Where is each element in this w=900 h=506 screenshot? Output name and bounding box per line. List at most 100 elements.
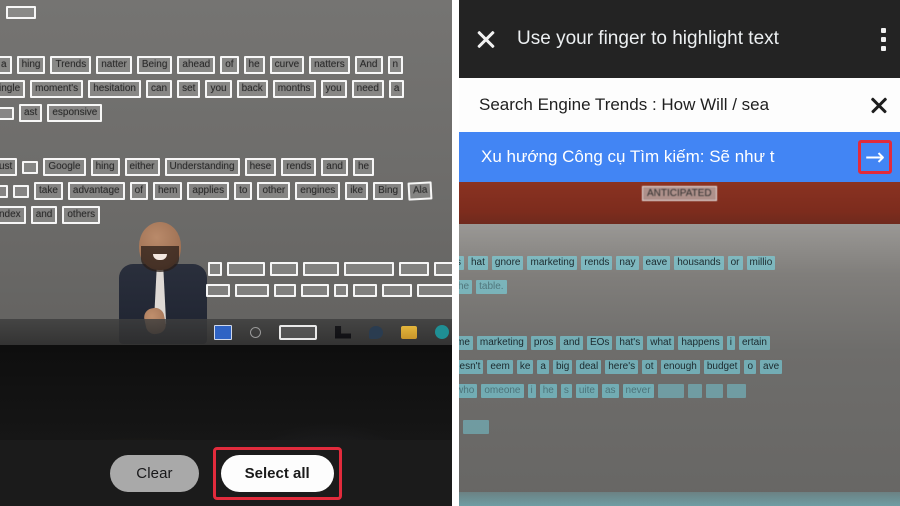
ocr-word-box[interactable]: hing: [90, 158, 120, 176]
highlight-word[interactable]: ke: [516, 360, 534, 374]
highlight-word[interactable]: hat's: [616, 336, 644, 350]
highlight-word[interactable]: gnore: [491, 256, 524, 270]
highlight-word[interactable]: never: [622, 384, 654, 398]
ocr-word-box[interactable]: he: [243, 56, 265, 74]
ocr-word-box[interactable]: [235, 284, 269, 297]
ocr-word-box[interactable]: [0, 106, 14, 120]
ocr-word-box[interactable]: need: [351, 80, 384, 98]
highlight-word[interactable]: me: [459, 336, 473, 350]
highlight-word[interactable]: enough: [660, 360, 700, 374]
ocr-word-box[interactable]: a: [0, 56, 12, 74]
ocr-word-box[interactable]: [270, 262, 298, 276]
start-icon[interactable]: [214, 324, 232, 340]
highlighted-document[interactable]: s hat gnore marketing rends nay eave hou…: [459, 224, 900, 506]
search-icon[interactable]: [250, 326, 261, 338]
translate-bar[interactable]: Xu hướng Công cụ Tìm kiếm: Sẽ như t →: [459, 132, 900, 182]
ocr-word-box[interactable]: [353, 284, 377, 297]
clear-button[interactable]: Clear: [110, 454, 199, 492]
ocr-word-box[interactable]: a: [388, 80, 405, 98]
highlight-word[interactable]: housands: [674, 256, 724, 270]
highlight-word[interactable]: rends: [581, 256, 613, 270]
ocr-word-box[interactable]: you: [320, 80, 347, 98]
ocr-word-box[interactable]: hesitation: [88, 80, 141, 98]
ocr-word-box[interactable]: [382, 284, 412, 297]
highlight-word[interactable]: uite: [575, 384, 598, 398]
banner-highlighted-word[interactable]: ANTICIPATED: [642, 186, 717, 201]
ocr-word-box[interactable]: [334, 284, 348, 297]
search-result-bar[interactable]: Search Engine Trends : How Will / sea: [459, 78, 900, 132]
highlight-word[interactable]: budget: [703, 360, 741, 374]
more-vertical-icon[interactable]: [880, 26, 886, 52]
ocr-word-box[interactable]: And: [354, 56, 383, 74]
select-all-button[interactable]: Select all: [220, 454, 334, 492]
highlight-word[interactable]: he: [539, 384, 557, 398]
highlight-word[interactable]: he: [459, 280, 473, 294]
ocr-word-box[interactable]: ust: [0, 158, 18, 176]
ocr-word-box[interactable]: and: [30, 206, 58, 224]
teal-app-icon[interactable]: [435, 325, 449, 339]
highlight-word[interactable]: est: [727, 384, 747, 398]
ocr-word-box[interactable]: [301, 284, 329, 297]
highlight-word[interactable]: marketing: [476, 336, 527, 350]
ocr-word-box[interactable]: [417, 284, 452, 297]
ocr-word-box[interactable]: other: [257, 182, 291, 200]
highlight-word[interactable]: s: [459, 256, 464, 270]
ocr-word-box[interactable]: [206, 284, 230, 297]
highlight-word[interactable]: o: [744, 360, 757, 374]
ocr-word-box[interactable]: Trends: [50, 56, 92, 74]
ocr-word-box[interactable]: ahead: [177, 56, 216, 74]
highlight-word[interactable]: deal: [576, 360, 602, 374]
ocr-word-box[interactable]: either: [124, 158, 160, 176]
ocr-word-box[interactable]: set: [177, 80, 201, 98]
highlight-word[interactable]: pros: [530, 336, 557, 350]
highlight-word[interactable]: EOs: [586, 336, 613, 350]
highlight-word[interactable]: eard: [657, 384, 684, 398]
highlight-word[interactable]: as: [601, 384, 619, 398]
highlight-word[interactable]: eave: [642, 256, 671, 270]
ocr-word-box[interactable]: others: [62, 206, 101, 224]
ocr-word-box[interactable]: [399, 262, 429, 276]
highlight-word[interactable]: marketing: [527, 256, 578, 270]
highlight-word[interactable]: big: [552, 360, 573, 374]
highlight-word[interactable]: here's: [605, 360, 639, 374]
ocr-word-box[interactable]: ingle: [0, 80, 26, 98]
ocr-word-box[interactable]: Understanding: [164, 158, 240, 176]
ocr-word-box[interactable]: hem: [152, 182, 183, 200]
highlight-word[interactable]: happens: [678, 336, 723, 350]
ocr-word-box[interactable]: Being: [136, 56, 173, 74]
highlight-word[interactable]: or: [727, 256, 743, 270]
ocr-word-box[interactable]: rends: [281, 158, 317, 176]
ocr-word-box[interactable]: engines: [295, 182, 341, 200]
ocr-word-box[interactable]: you: [205, 80, 232, 98]
highlight-word[interactable]: ave: [760, 360, 783, 374]
ocr-word-box[interactable]: to: [234, 182, 253, 200]
highlight-word[interactable]: a: [537, 360, 549, 374]
highlight-word[interactable]: table.: [476, 280, 507, 294]
ocr-word-box[interactable]: [6, 6, 36, 19]
highlight-word[interactable]: what: [647, 336, 675, 350]
ocr-word-box[interactable]: natters: [309, 56, 350, 74]
ocr-word-box[interactable]: advantage: [67, 182, 125, 200]
ocr-word-box[interactable]: Ala: [407, 181, 434, 201]
highlight-word[interactable]: hat: [468, 256, 488, 270]
highlight-word[interactable]: and: [560, 336, 583, 350]
ocr-word-box[interactable]: [13, 184, 29, 198]
ocr-word-box[interactable]: he: [352, 158, 375, 176]
ocr-word-box[interactable]: and: [321, 158, 348, 176]
explorer-icon[interactable]: [335, 325, 351, 339]
ocr-word-box[interactable]: of: [220, 56, 239, 74]
ocr-word-box[interactable]: [22, 160, 39, 174]
ocr-word-box[interactable]: take: [34, 182, 63, 200]
highlight-word[interactable]: [463, 420, 489, 434]
ocr-word-box[interactable]: [274, 284, 296, 297]
ocr-word-box[interactable]: of: [129, 182, 148, 200]
highlight-word[interactable]: omeone: [481, 384, 524, 398]
ocr-word-box[interactable]: moment's: [30, 80, 84, 98]
ocr-word-box[interactable]: Google: [43, 158, 86, 176]
ocr-word-box[interactable]: months: [272, 80, 316, 98]
folder-icon[interactable]: [401, 325, 417, 339]
ocr-word-box[interactable]: [208, 262, 222, 276]
ocr-word-box[interactable]: hing: [16, 56, 46, 74]
ocr-word-box[interactable]: [303, 262, 339, 276]
ocr-word-box[interactable]: ike: [345, 182, 369, 200]
